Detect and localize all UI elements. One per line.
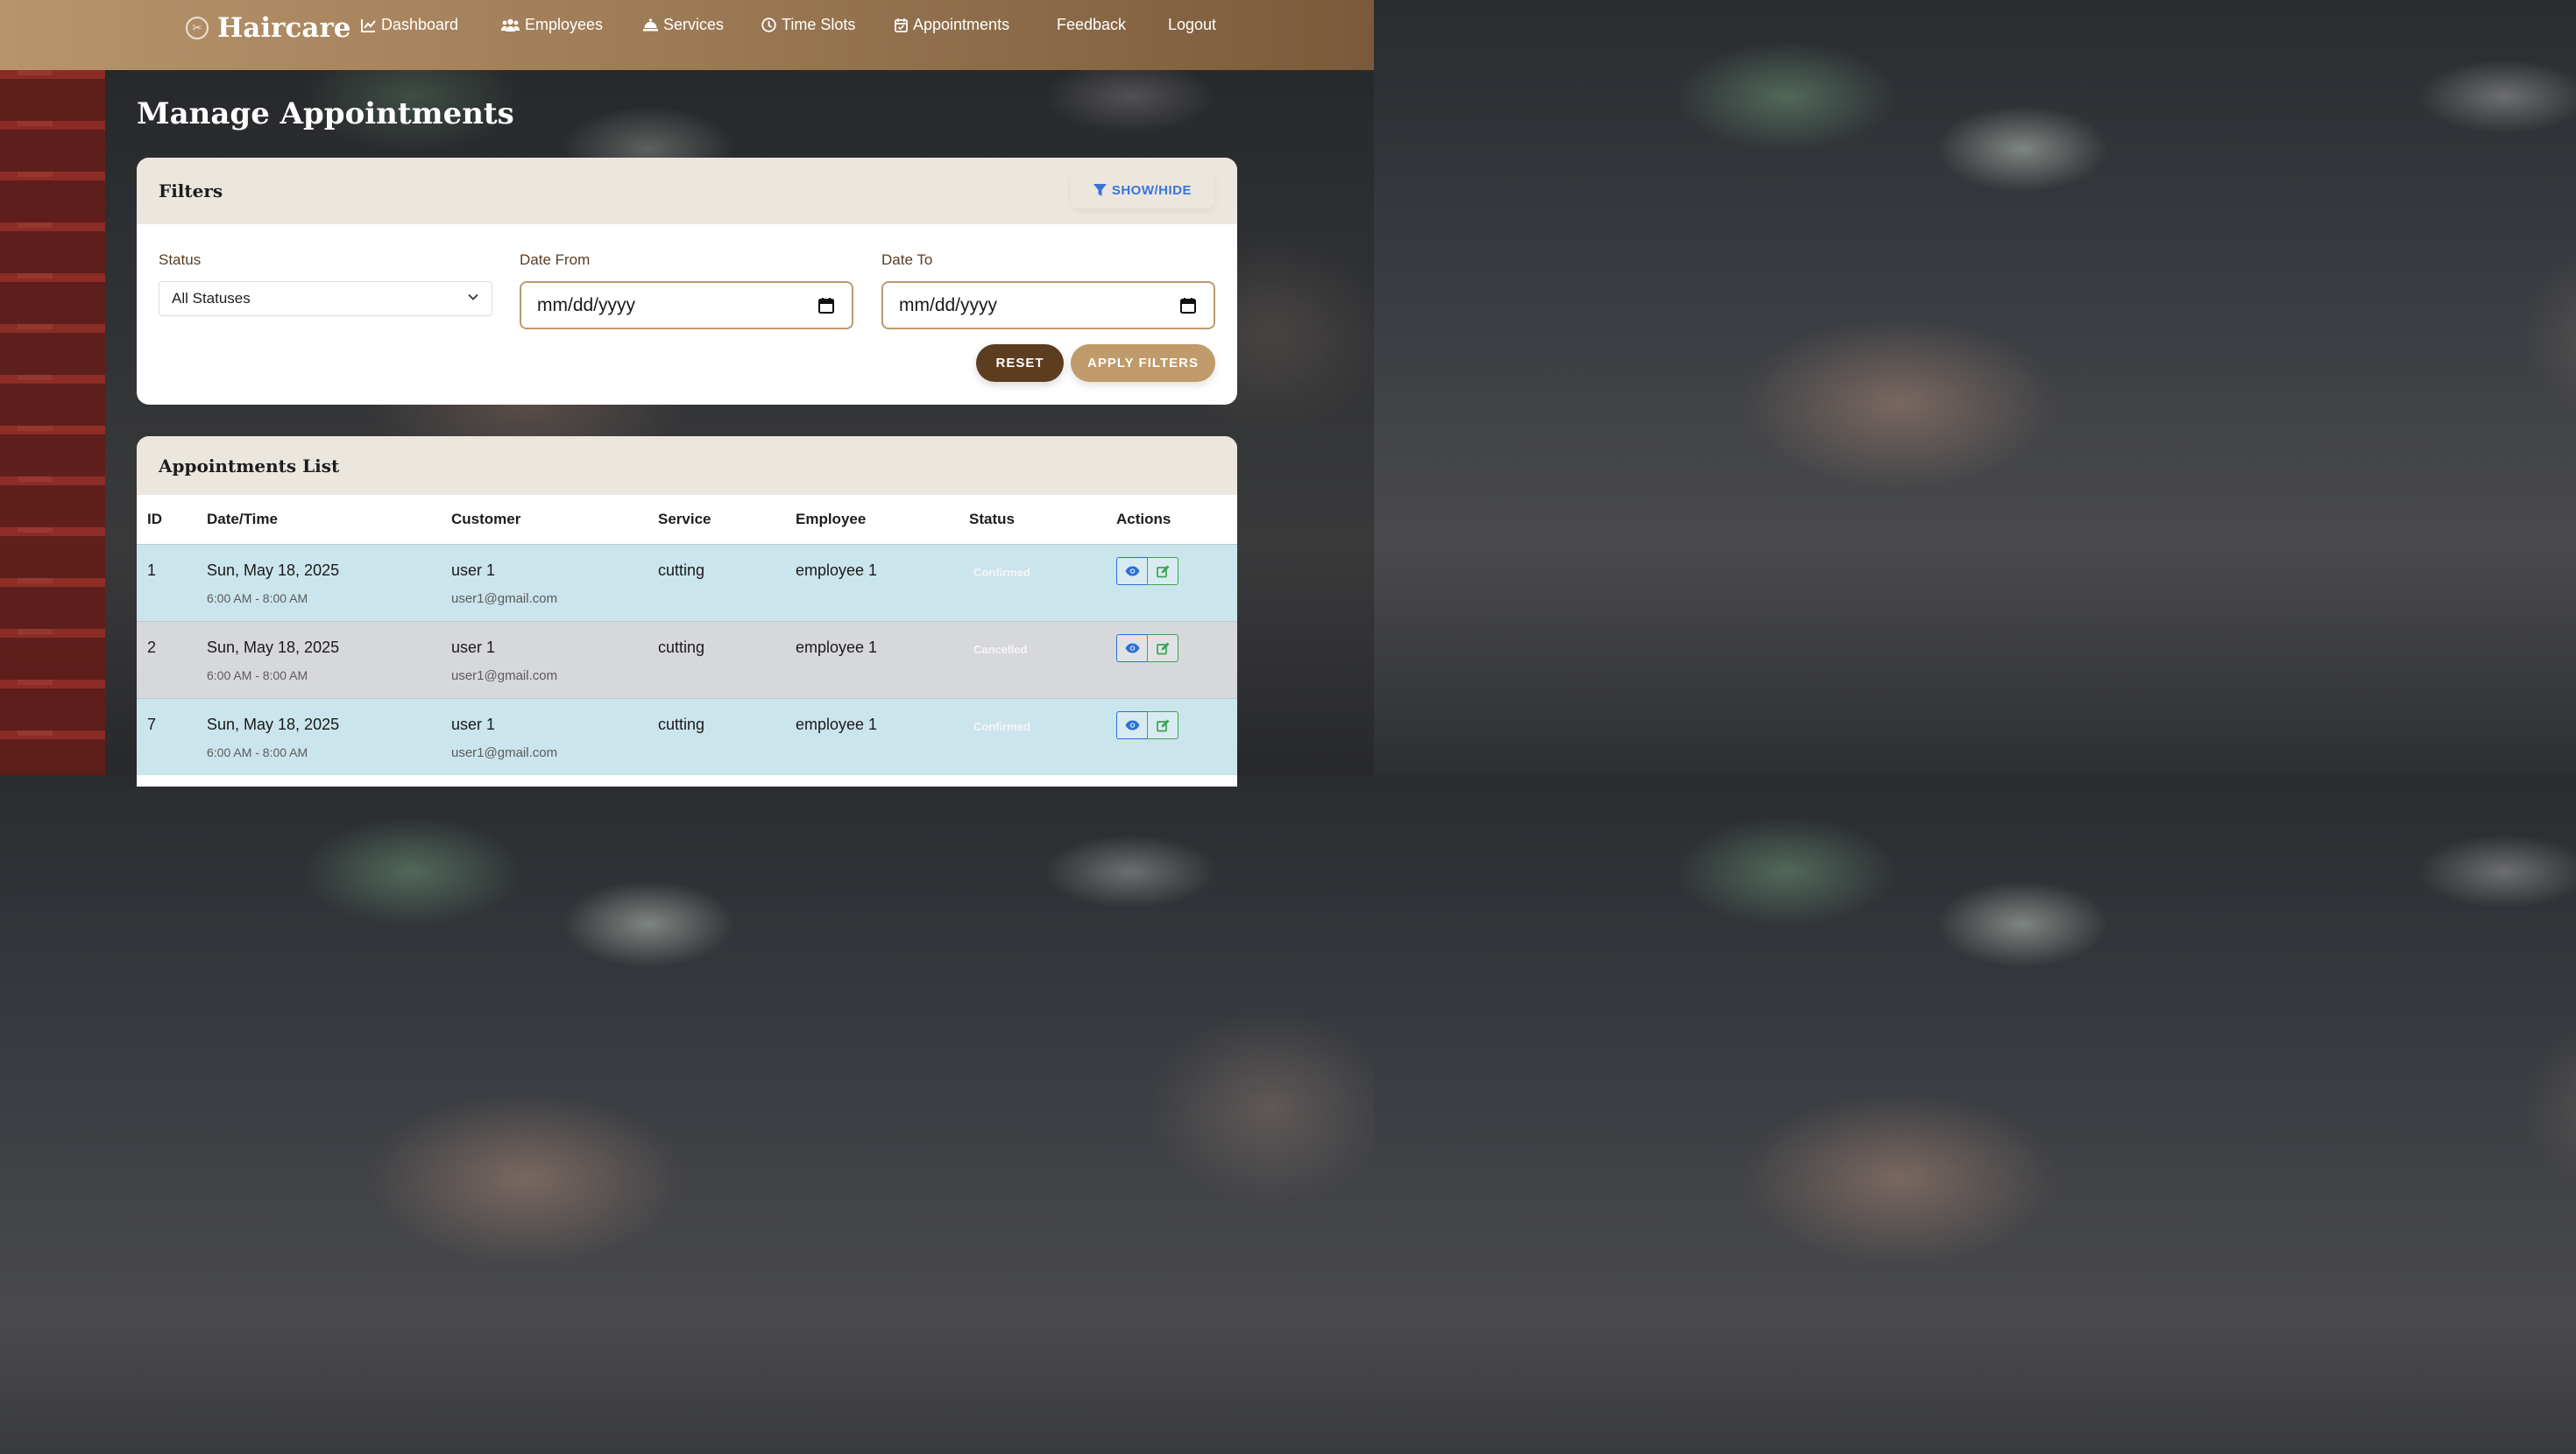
edit-button[interactable] xyxy=(1147,711,1178,739)
cell-date: Sun, May 18, 2025 xyxy=(207,639,340,656)
table-header: ID Date/Time Customer Service Employee S… xyxy=(137,495,1237,544)
edit-icon xyxy=(1156,642,1169,654)
status-label: Status xyxy=(159,251,202,268)
column-header-actions: Actions xyxy=(1116,511,1171,527)
nav-services-label: Services xyxy=(663,16,725,33)
table-row: 2 Sun, May 18, 2025 6:00 AM - 8:00 AM us… xyxy=(137,621,1237,698)
eye-icon xyxy=(1125,720,1139,731)
calendar-check-icon xyxy=(895,18,908,32)
nav-logout-label: Logout xyxy=(1168,16,1217,33)
eye-icon xyxy=(1125,566,1139,576)
nav-dashboard-label: Dashboard xyxy=(381,16,459,33)
edit-icon xyxy=(1156,719,1169,731)
nav-employees-label: Employees xyxy=(525,16,604,33)
column-header-datetime: Date/Time xyxy=(207,511,278,527)
eye-icon xyxy=(1125,643,1139,653)
status-badge: Confirmed xyxy=(973,720,1030,733)
nav-time-slots[interactable]: Time Slots xyxy=(761,16,855,34)
edit-button[interactable] xyxy=(1147,557,1178,585)
nav-feedback[interactable]: Feedback xyxy=(1057,16,1126,34)
reset-button[interactable]: RESET xyxy=(976,344,1064,382)
cell-customer-email: user1@gmail.com xyxy=(451,745,558,760)
cell-customer: user 1 xyxy=(451,561,496,579)
date-from-value: mm/dd/yyyy xyxy=(537,294,636,315)
top-navbar: ✂ Haircare Dashboard Employees Services … xyxy=(0,0,1374,70)
cell-customer-email: user1@gmail.com xyxy=(451,668,558,683)
view-button[interactable] xyxy=(1116,711,1148,739)
filters-card: Filters SHOW/HIDE Status All Statuses Da… xyxy=(137,158,1237,405)
status-badge: Cancelled xyxy=(973,643,1028,656)
column-header-status: Status xyxy=(969,511,1015,527)
cell-time: 6:00 AM - 8:00 AM xyxy=(207,745,308,759)
cell-service: cutting xyxy=(658,639,705,656)
calendar-icon[interactable] xyxy=(1180,297,1196,314)
date-to-input[interactable]: mm/dd/yyyy xyxy=(881,281,1215,329)
date-from-input[interactable]: mm/dd/yyyy xyxy=(520,281,853,329)
date-to-label: Date To xyxy=(881,251,933,268)
cell-time: 6:00 AM - 8:00 AM xyxy=(207,591,308,605)
nav-time-slots-label: Time Slots xyxy=(782,16,856,33)
edit-button[interactable] xyxy=(1147,634,1178,662)
table-row: 1 Sun, May 18, 2025 6:00 AM - 8:00 AM us… xyxy=(137,544,1237,621)
cell-id: 7 xyxy=(147,716,157,733)
nav-appointments[interactable]: Appointments xyxy=(895,16,1009,34)
cell-service: cutting xyxy=(658,716,705,733)
appointments-title: Appointments List xyxy=(159,455,340,476)
calendar-icon[interactable] xyxy=(818,297,834,314)
users-icon xyxy=(501,18,520,32)
status-badge: Confirmed xyxy=(973,566,1030,579)
appointments-header: Appointments List xyxy=(137,436,1237,495)
status-select[interactable]: All Statuses xyxy=(159,281,492,316)
appointments-card: Appointments List ID Date/Time Customer … xyxy=(137,436,1237,787)
chart-line-icon xyxy=(361,18,376,32)
status-select-value: All Statuses xyxy=(172,290,251,307)
column-header-service: Service xyxy=(658,511,711,527)
cell-id: 1 xyxy=(147,561,157,579)
clock-icon xyxy=(761,18,776,32)
page-title: Manage Appointments xyxy=(137,96,514,131)
show-hide-label: SHOW/HIDE xyxy=(1111,182,1192,198)
apply-filters-button[interactable]: APPLY FILTERS xyxy=(1071,344,1215,382)
cell-employee: employee 1 xyxy=(796,561,878,579)
table-row: 7 Sun, May 18, 2025 6:00 AM - 8:00 AM us… xyxy=(137,698,1237,775)
cell-employee: employee 1 xyxy=(796,639,878,656)
nav-feedback-label: Feedback xyxy=(1057,16,1127,33)
filters-title: Filters xyxy=(159,180,223,201)
date-to-value: mm/dd/yyyy xyxy=(899,294,998,315)
column-header-employee: Employee xyxy=(796,511,867,527)
nav-services[interactable]: Services xyxy=(643,16,724,34)
show-hide-button[interactable]: SHOW/HIDE xyxy=(1070,172,1214,208)
chevron-down-icon xyxy=(468,293,478,300)
cell-customer: user 1 xyxy=(451,716,496,733)
brand[interactable]: ✂ Haircare xyxy=(186,12,351,44)
service-bell-icon xyxy=(643,18,658,32)
column-header-id: ID xyxy=(147,511,162,527)
date-from-label: Date From xyxy=(520,251,591,268)
nav-appointments-label: Appointments xyxy=(913,16,1010,33)
cell-id: 2 xyxy=(147,639,157,656)
view-button[interactable] xyxy=(1116,557,1148,585)
cell-customer-email: user1@gmail.com xyxy=(451,591,558,606)
brand-name: Haircare xyxy=(217,12,351,44)
cell-employee: employee 1 xyxy=(796,716,878,733)
cell-service: cutting xyxy=(658,561,705,579)
nav-employees[interactable]: Employees xyxy=(501,16,603,34)
view-button[interactable] xyxy=(1116,634,1148,662)
nav-logout[interactable]: Logout xyxy=(1168,16,1216,34)
cell-time: 6:00 AM - 8:00 AM xyxy=(207,668,308,682)
column-header-customer: Customer xyxy=(451,511,521,527)
cell-date: Sun, May 18, 2025 xyxy=(207,561,340,579)
filter-icon xyxy=(1093,183,1107,196)
cell-customer: user 1 xyxy=(451,639,496,656)
edit-icon xyxy=(1156,565,1169,577)
scissors-logo-icon: ✂ xyxy=(186,17,209,39)
nav-dashboard[interactable]: Dashboard xyxy=(361,16,458,34)
cell-date: Sun, May 18, 2025 xyxy=(207,716,340,733)
